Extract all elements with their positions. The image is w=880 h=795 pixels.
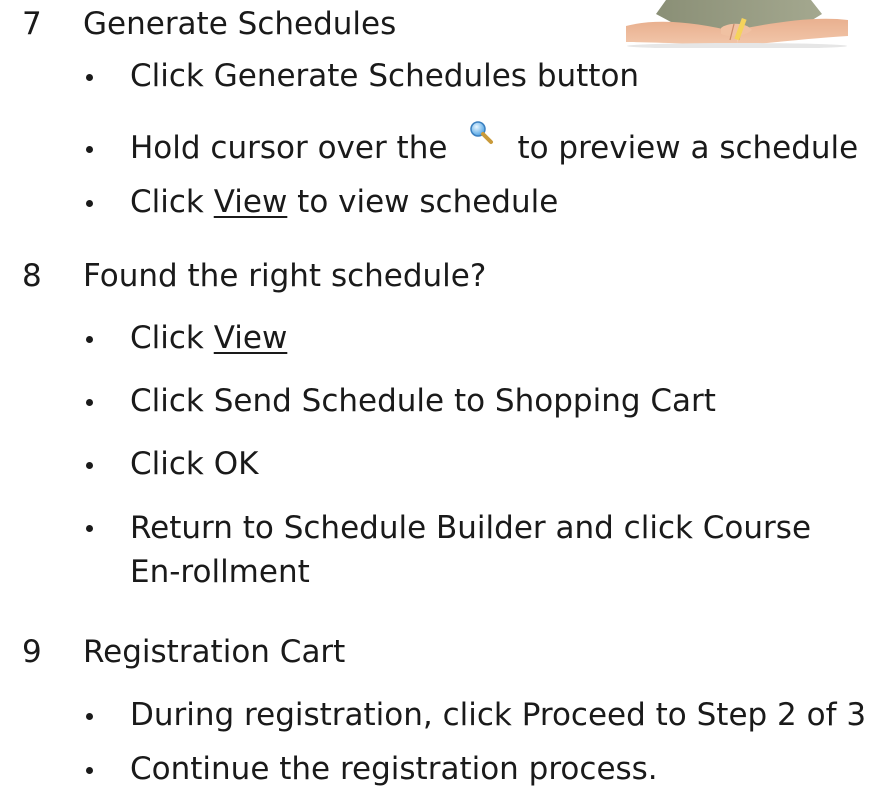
bullet-text: Click View [130, 317, 865, 359]
step-title: Found the right schedule? [83, 258, 487, 294]
bullet-icon [86, 336, 93, 343]
view-link[interactable]: View [214, 320, 288, 356]
bullet-icon [86, 399, 93, 406]
bullet-text-part: Hold cursor over the [130, 130, 448, 166]
bullet-icon [86, 462, 93, 469]
bullet-icon [86, 146, 93, 153]
bullet-icon [86, 525, 93, 532]
bullet-text: Click Generate Schedules button [130, 58, 640, 94]
step-number: 8 [22, 258, 42, 294]
bullet-text-part: Click [130, 184, 204, 220]
step-number: 9 [22, 634, 42, 670]
bullet-text: Click View to view schedule [130, 181, 865, 223]
student-photo [626, 0, 848, 49]
bullet-text: Hold cursor over the to preview a schedul… [130, 121, 865, 169]
bullet-text-part: to preview a schedule [517, 130, 859, 166]
bullet-icon [86, 74, 93, 81]
bullet-text-part: Click [130, 320, 204, 356]
bullet-icon [86, 200, 93, 207]
magnifier-icon[interactable] [461, 121, 505, 161]
bullet-icon [86, 713, 93, 720]
step-number: 7 [22, 6, 42, 42]
bullet-text: Continue the registration process. [130, 751, 658, 787]
bullet-text: During registration, click Proceed to St… [130, 697, 867, 733]
bullet-text: Click OK [130, 446, 259, 482]
bullet-text: Return to Schedule Builder and click Cou… [130, 510, 812, 590]
bullet-icon [86, 767, 93, 774]
step-title: Registration Cart [83, 634, 346, 670]
bullet-text-part: to view schedule [297, 184, 559, 220]
step-title: Generate Schedules [83, 6, 397, 42]
bullet-text: Click Send Schedule to Shopping Cart [130, 383, 716, 419]
view-link[interactable]: View [214, 184, 288, 220]
